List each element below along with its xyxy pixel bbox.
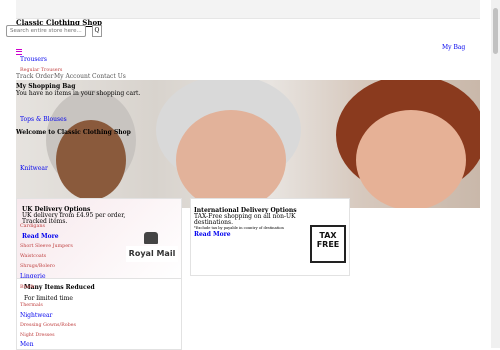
search-form: Q [6,25,102,39]
scrollbar-thumb[interactable] [493,8,498,54]
tax-free-logo-top: TAX [319,231,337,240]
search-icon: Q [94,27,100,34]
nav-cardigans[interactable]: Cardigans [20,224,45,229]
nav-my-account[interactable]: My Account [54,73,90,80]
welcome-heading: Welcome to Classic Clothing Shop [16,129,131,136]
nav-short-sleeve-jumpers[interactable]: Short Sleeve Jumpers [20,244,73,249]
uk-read-more-link[interactable]: Read More [22,233,59,240]
royal-mail-label: Royal Mail [126,246,178,262]
international-delivery-note: *Exclude tax by payable in country of de… [194,226,284,230]
nav-thermals[interactable]: Thermals [20,303,43,308]
reduced-items-line: For limited time [24,295,73,302]
reduced-items-title: Many Items Reduced [24,284,95,291]
scrollbar[interactable] [491,0,500,348]
my-bag-link[interactable]: My Bag [442,44,465,51]
top-bar [16,0,480,19]
nav-briefs[interactable]: Briefs [20,285,34,290]
shopping-bag-title: My Shopping Bag [16,83,76,90]
nav-tops-blouses[interactable]: Tops & Blouses [20,116,67,123]
nav-contact-us[interactable]: Contact Us [92,73,126,80]
nav-nightwear[interactable]: Nightwear [20,312,52,319]
hero-banner [16,80,480,208]
nav-shrugs-bolero[interactable]: Shrugs/Bolero [20,264,55,269]
nav-night-dresses[interactable]: Night Dresses [20,333,55,338]
nav-track-order[interactable]: Track Order [16,73,53,80]
nav-dressing-gowns[interactable]: Dressing Gowns/Robes [20,323,76,328]
nav-waistcoats[interactable]: Waistcoats [20,254,46,259]
hero-image-woman-3 [356,110,466,208]
tax-free-logo: TAX FREE [310,225,346,263]
hamburger-icon[interactable] [16,49,22,55]
shopping-bag-empty: You have no items in your shopping cart. [16,90,141,97]
nav-trousers[interactable]: Trousers [20,56,47,63]
royal-mail-logo: Royal Mail [124,232,180,264]
search-button[interactable]: Q [92,25,102,37]
tax-free-logo-bottom: FREE [316,240,340,249]
nav-knitwear[interactable]: Knitwear [20,165,48,172]
crown-icon [144,232,158,244]
international-delivery-line-2: destinations. [194,219,234,226]
international-read-more-link[interactable]: Read More [194,231,231,238]
nav-men[interactable]: Men [20,341,34,348]
search-input[interactable] [6,25,86,37]
hero-image-woman-2 [176,110,286,208]
